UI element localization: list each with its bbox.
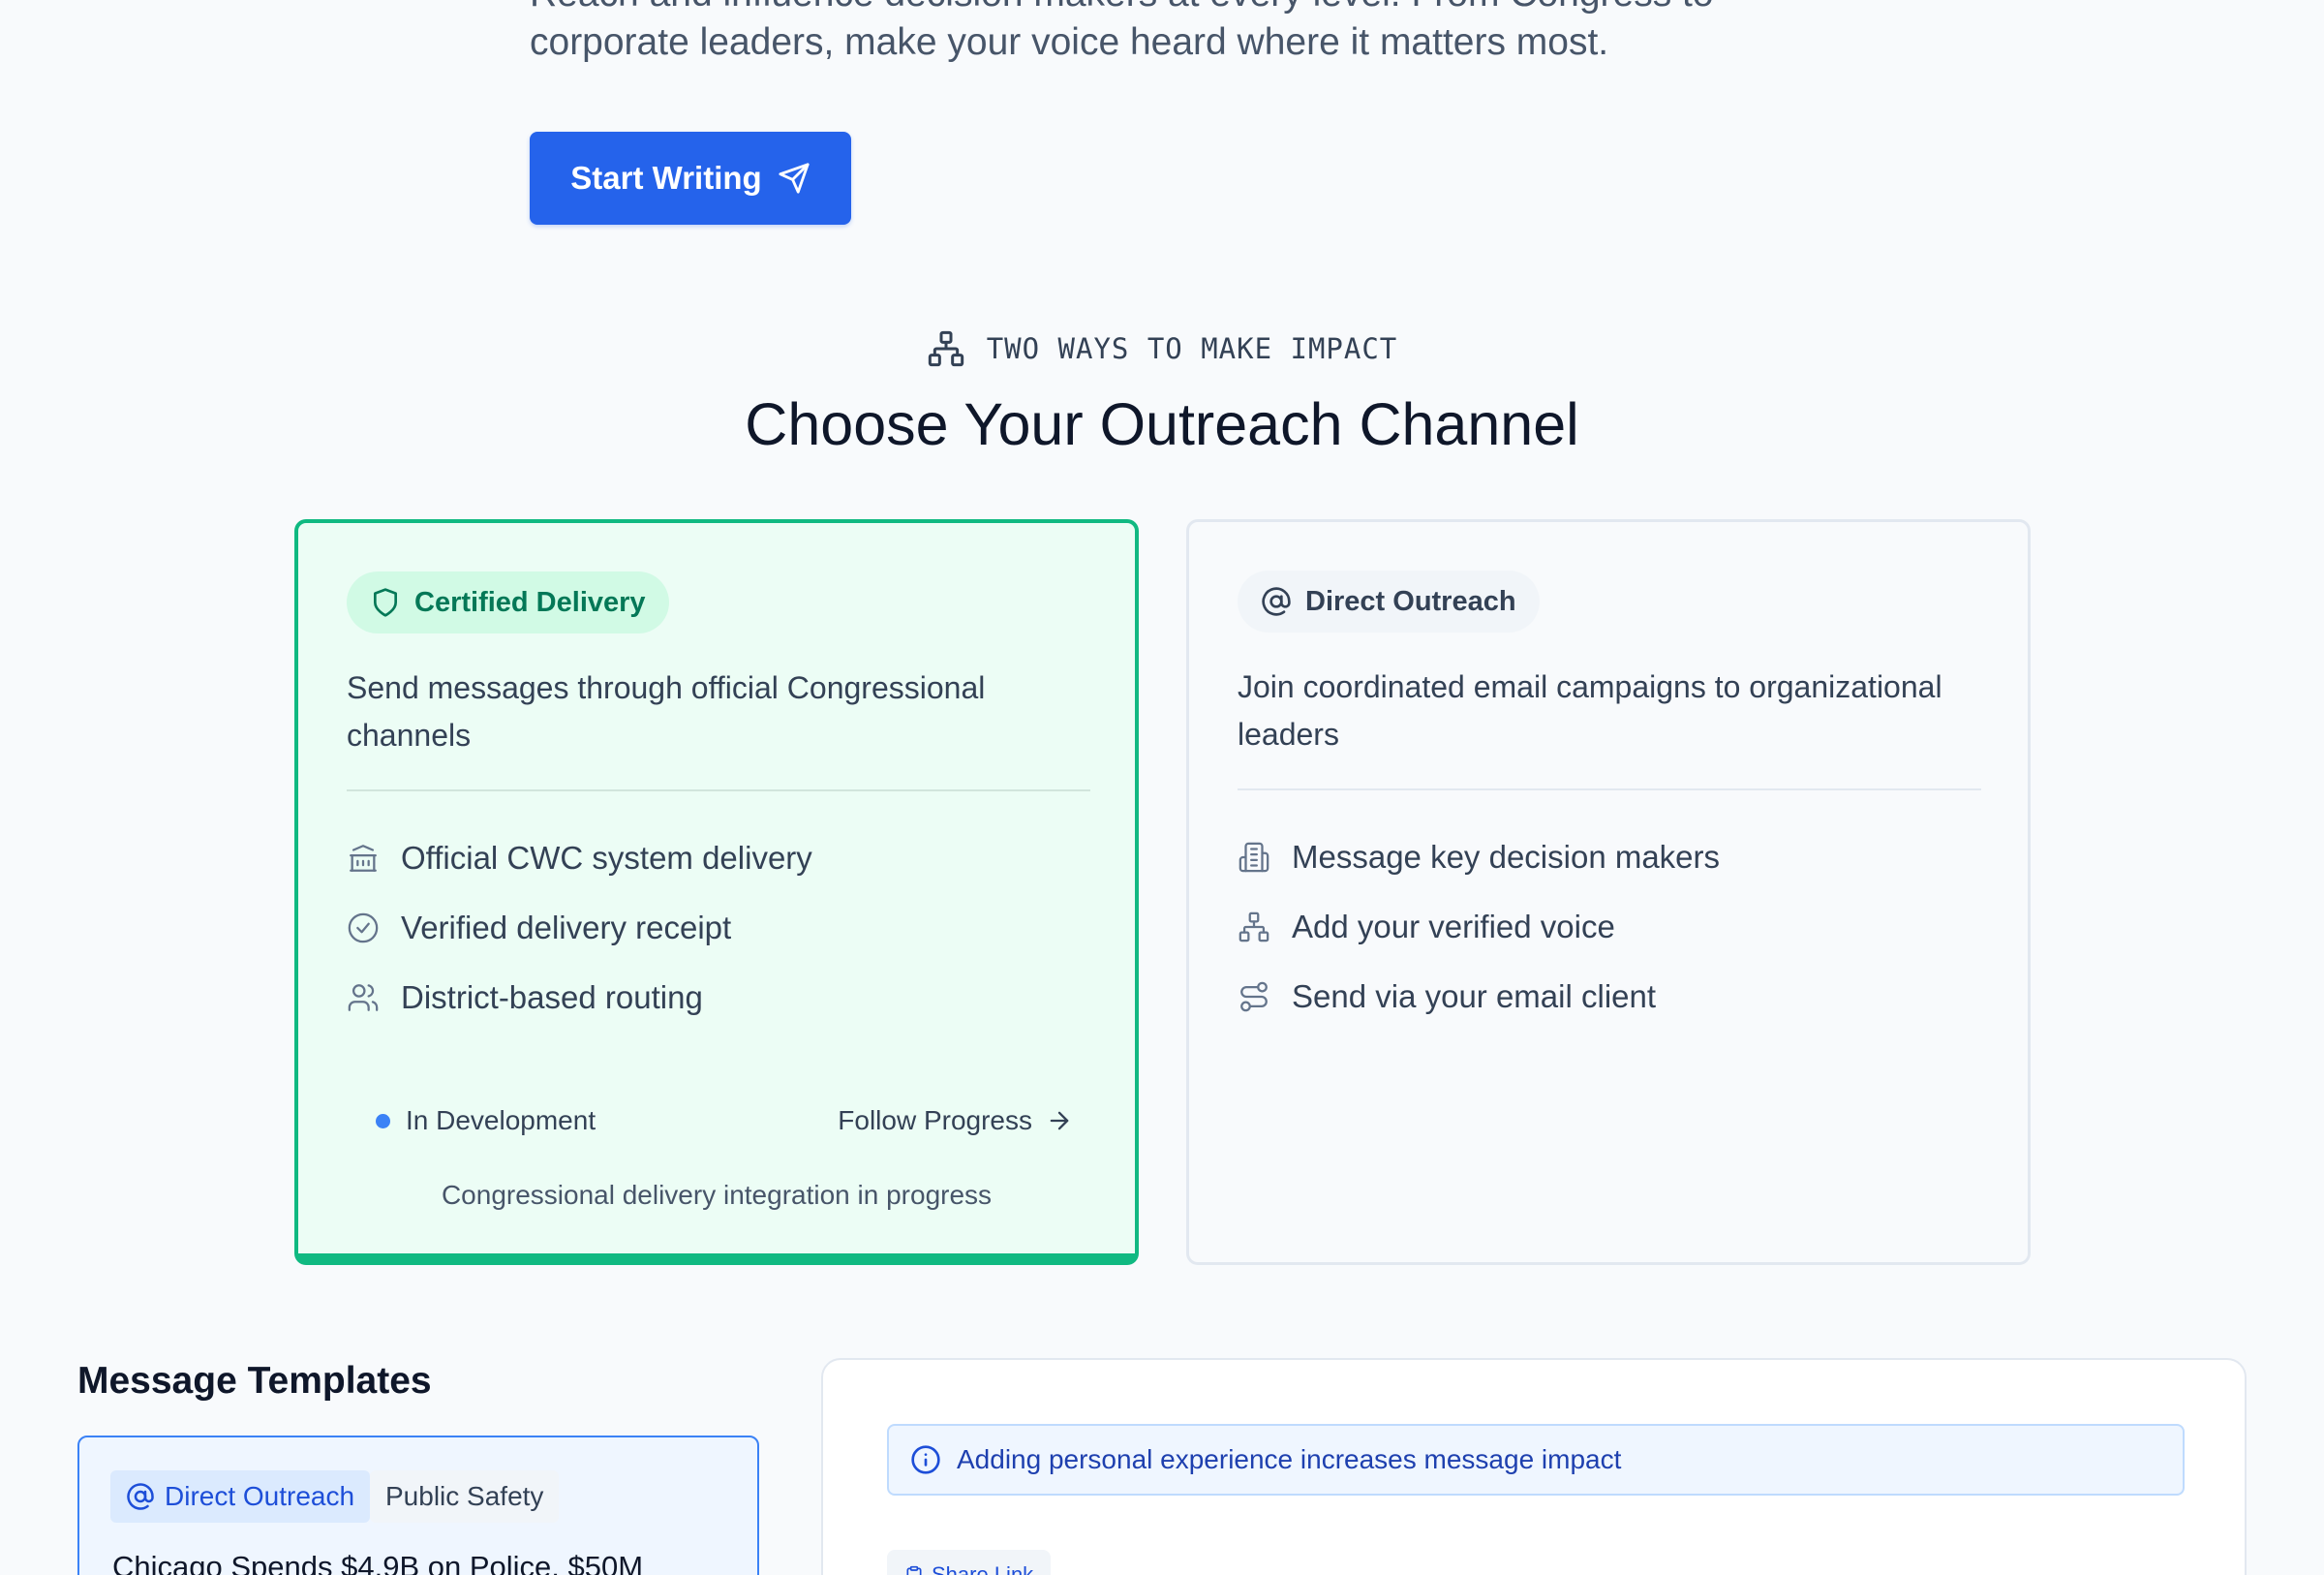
arrow-right-icon (1050, 1111, 1069, 1130)
feature-label: Message key decision makers (1292, 839, 1721, 875)
page: Reach and influence decision makers at e… (0, 0, 2324, 1575)
tip-text: Adding personal experience increases mes… (957, 1444, 1622, 1474)
certified-delivery-badge: Certified Delivery (347, 571, 669, 633)
hero-subtitle-line-2: corporate leaders, make your voice heard… (530, 21, 1609, 63)
at-sign-icon (127, 1483, 154, 1510)
template-title: Chicago Spends $4.9B on Police, $50M (112, 1550, 644, 1575)
network-icon (1238, 911, 1269, 942)
feature-item: District-based routing (347, 963, 812, 1033)
section-eyebrow: TWO WAYS TO MAKE IMPACT (0, 329, 2324, 368)
feature-item: Official CWC system delivery (347, 823, 812, 893)
direct-feature-list: Message key decision makers Add your ver… (1238, 822, 1720, 1032)
templates-heading: Message Templates (77, 1360, 432, 1402)
divider (1238, 788, 1981, 790)
certified-badge-label: Certified Delivery (414, 586, 646, 618)
building-icon (1238, 842, 1269, 873)
certified-delivery-card[interactable]: Certified Delivery Send messages through… (294, 519, 1139, 1265)
feature-item: Verified delivery receipt (347, 893, 812, 963)
integration-note: Congressional delivery integration in pr… (441, 1180, 993, 1210)
clipboard-icon (906, 1565, 922, 1575)
users-icon (348, 984, 379, 1011)
message-editor-panel: Adding personal experience increases mes… (821, 1358, 2247, 1575)
bank-icon (350, 845, 377, 872)
direct-outreach-badge: Direct Outreach (1238, 571, 1540, 633)
route-icon (1240, 981, 1268, 1012)
hero-subtitle-line-1: Reach and influence decision makers at e… (530, 0, 1714, 17)
status-label: In Development (406, 1105, 596, 1135)
follow-progress-link[interactable]: Follow Progress (838, 1105, 1073, 1136)
feature-label: Send via your email client (1292, 978, 1657, 1014)
certified-feature-list: Official CWC system delivery Verified de… (347, 823, 812, 1033)
share-link-button[interactable]: Share Link (887, 1550, 1052, 1575)
channel-tag: Direct Outreach (110, 1470, 371, 1523)
start-writing-button[interactable]: Start Writing (530, 132, 851, 225)
direct-description: Join coordinated email campaigns to orga… (1238, 669, 1942, 752)
template-card[interactable]: Direct Outreach Public Safety Chicago Sp… (77, 1436, 759, 1575)
check-circle-icon (348, 912, 379, 943)
network-icon (928, 330, 963, 367)
status-row: In Development Follow Progress (376, 1096, 1073, 1145)
send-icon (779, 163, 810, 194)
certified-description: Send messages through official Congressi… (347, 670, 986, 753)
feature-label: Add your verified voice (1292, 909, 1615, 944)
channel-tag-label: Direct Outreach (165, 1481, 355, 1511)
feature-item: Message key decision makers (1238, 822, 1720, 892)
feature-label: Official CWC system delivery (401, 840, 812, 876)
direct-outreach-card[interactable]: Direct Outreach Join coordinated email c… (1186, 519, 2031, 1265)
feature-item: Send via your email client (1238, 962, 1720, 1032)
status-dot (376, 1113, 390, 1128)
at-sign-icon (1262, 587, 1291, 616)
share-link-label: Share Link (932, 1562, 1034, 1575)
category-tag: Public Safety (370, 1470, 560, 1523)
divider (347, 789, 1090, 791)
development-status: In Development (376, 1105, 596, 1136)
feature-label: District-based routing (401, 979, 703, 1015)
tip-banner: Adding personal experience increases mes… (887, 1424, 2185, 1496)
direct-badge-label: Direct Outreach (1305, 585, 1516, 617)
feature-label: Verified delivery receipt (401, 910, 732, 945)
start-writing-label: Start Writing (570, 160, 762, 196)
eyebrow-text: TWO WAYS TO MAKE IMPACT (986, 332, 1398, 365)
feature-item: Add your verified voice (1238, 892, 1720, 962)
shield-icon (374, 588, 397, 617)
info-icon (911, 1445, 940, 1474)
section-title: Choose Your Outreach Channel (745, 391, 1579, 457)
follow-progress-label: Follow Progress (838, 1105, 1032, 1135)
